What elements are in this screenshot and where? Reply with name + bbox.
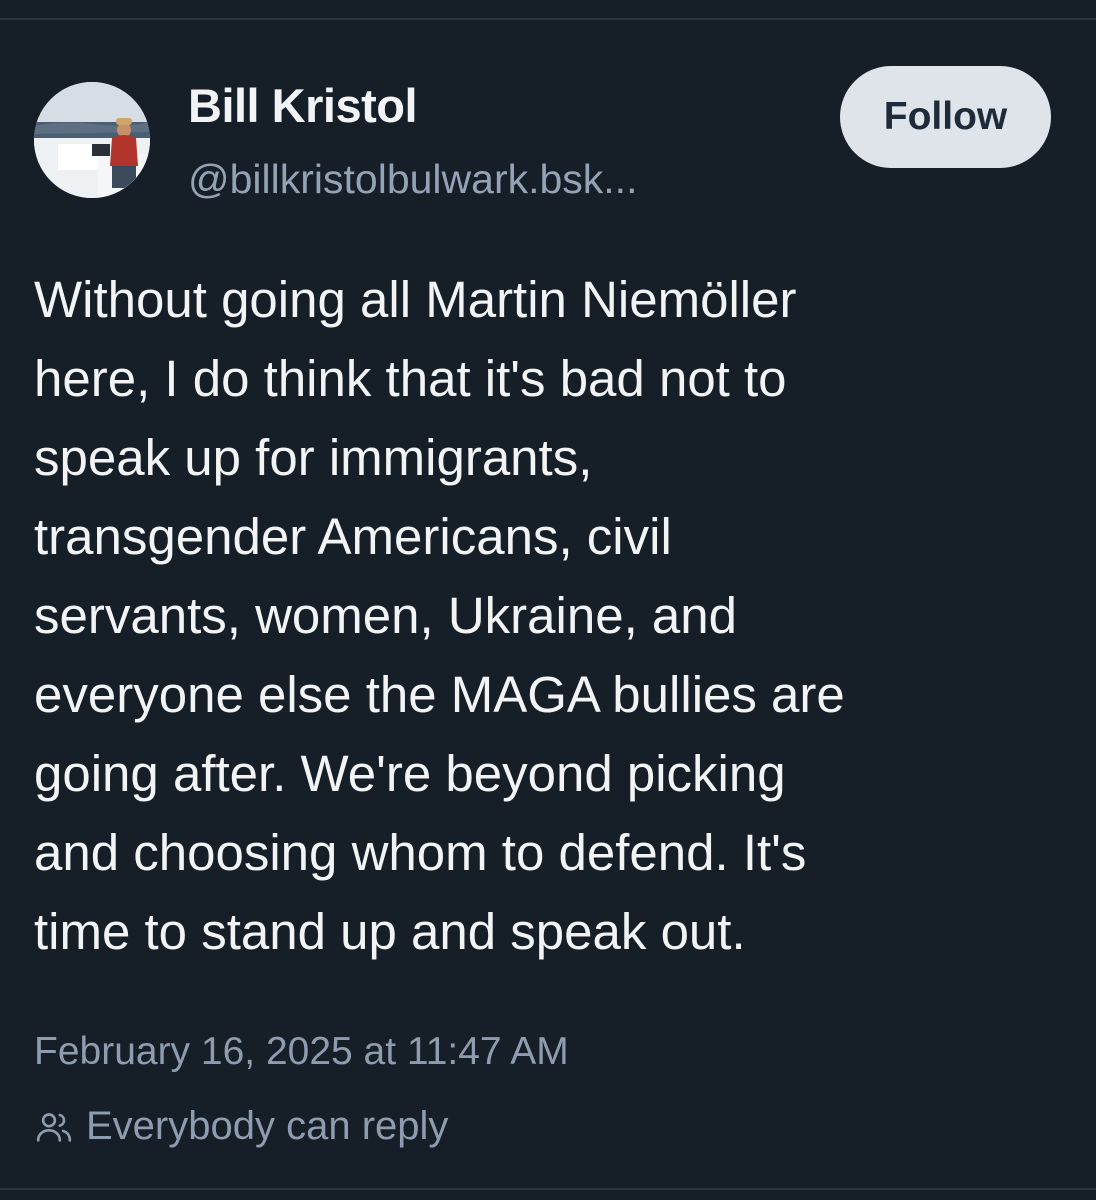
post-text-line: and choosing whom to defend. It's xyxy=(34,824,807,881)
post-text-line: here, I do think that it's bad not to xyxy=(34,350,787,407)
post-text: Without going all Martin Niemöller here,… xyxy=(34,260,1074,971)
follow-button[interactable]: Follow xyxy=(840,66,1051,168)
avatar-photo xyxy=(34,82,150,198)
avatar[interactable] xyxy=(34,82,150,198)
people-icon xyxy=(34,1107,74,1147)
post-text-line: transgender Americans, civil xyxy=(34,508,672,565)
post-text-line: everyone else the MAGA bullies are xyxy=(34,666,845,723)
post-text-line: Without going all Martin Niemöller xyxy=(34,271,797,328)
top-divider xyxy=(0,18,1096,20)
post-text-line: speak up for immigrants, xyxy=(34,429,593,486)
reply-setting-label: Everybody can reply xyxy=(86,1104,449,1148)
post-text-line: going after. We're beyond picking xyxy=(34,745,786,802)
post-text-line: time to stand up and speak out. xyxy=(34,903,746,960)
bottom-divider xyxy=(0,1188,1096,1190)
post-timestamp[interactable]: February 16, 2025 at 11:47 AM xyxy=(34,1030,569,1074)
reply-setting: Everybody can reply xyxy=(34,1104,448,1149)
author-display-name[interactable]: Bill Kristol xyxy=(188,78,418,133)
author-handle[interactable]: @billkristolbulwark.bsk... xyxy=(188,156,637,203)
post-text-line: servants, women, Ukraine, and xyxy=(34,587,737,644)
